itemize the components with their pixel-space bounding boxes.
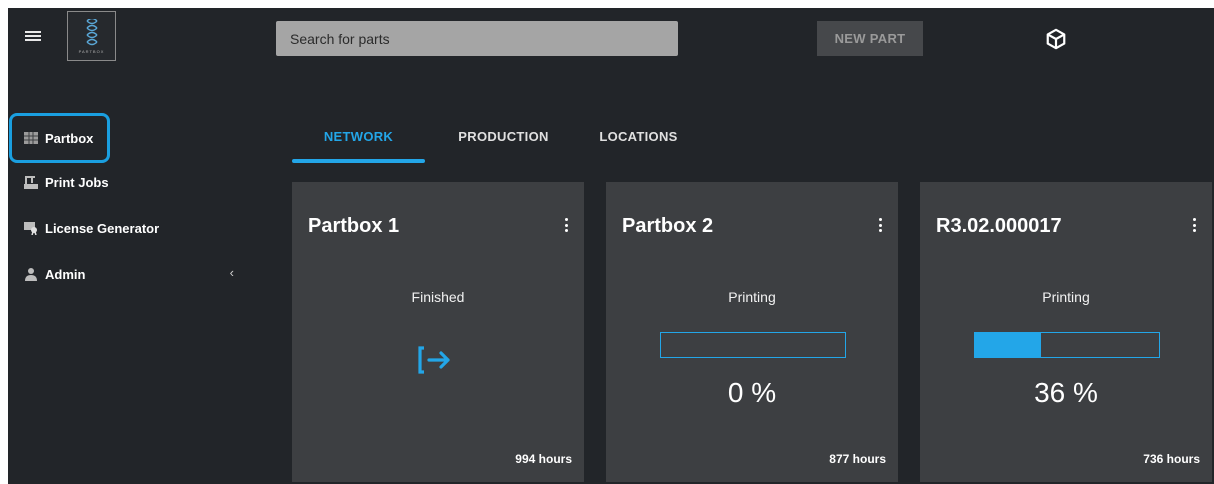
box-icon bbox=[24, 131, 38, 145]
device-card[interactable]: R3.02.000017 Printing 36 % 736 hours bbox=[920, 182, 1212, 482]
progress-bar bbox=[660, 332, 846, 358]
logo-wordmark: PARTBOX bbox=[78, 48, 105, 54]
sidebar-item-label: Print Jobs bbox=[45, 174, 109, 190]
new-part-button[interactable]: NEW PART bbox=[817, 21, 923, 56]
more-vertical-icon[interactable] bbox=[874, 216, 886, 234]
app-window: PARTBOX NEW PART Partbox bbox=[8, 8, 1214, 484]
progress-bar bbox=[974, 332, 1160, 358]
sidebar-item-label: Admin bbox=[45, 266, 86, 282]
card-status: Printing bbox=[1042, 289, 1090, 305]
card-hours: 736 hours bbox=[1143, 452, 1200, 466]
certificate-icon bbox=[24, 221, 38, 235]
printer-icon bbox=[24, 175, 38, 189]
user-icon bbox=[24, 267, 38, 281]
card-status: Finished bbox=[411, 289, 465, 305]
card-title: Partbox 2 bbox=[622, 215, 714, 237]
partbox-logo[interactable]: PARTBOX bbox=[67, 11, 116, 61]
tab-bar: NETWORK PRODUCTION LOCATIONS bbox=[292, 116, 695, 163]
chevron-left-icon[interactable]: ‹ bbox=[230, 265, 234, 280]
sidebar-item-print-jobs[interactable]: Print Jobs bbox=[12, 160, 242, 204]
device-card[interactable]: Partbox 1 Finished 994 hours bbox=[292, 182, 584, 482]
progress-fill bbox=[975, 333, 1042, 357]
card-percent: 36 % bbox=[1034, 377, 1098, 408]
sidebar-item-admin[interactable]: Admin ‹ bbox=[12, 252, 242, 296]
card-percent: 0 % bbox=[727, 377, 777, 408]
card-title: R3.02.000017 bbox=[936, 215, 1062, 237]
sidebar-item-partbox[interactable]: Partbox bbox=[9, 113, 110, 163]
tab-production[interactable]: PRODUCTION bbox=[425, 116, 582, 161]
dna-logo-icon bbox=[86, 18, 97, 45]
more-vertical-icon[interactable] bbox=[560, 216, 572, 234]
cube-icon[interactable] bbox=[1045, 28, 1067, 50]
card-hours: 994 hours bbox=[515, 452, 572, 466]
search-input[interactable] bbox=[276, 21, 678, 56]
sidebar-item-license-generator[interactable]: License Generator bbox=[12, 206, 242, 250]
card-status: Printing bbox=[728, 289, 776, 305]
tab-network[interactable]: NETWORK bbox=[292, 116, 425, 163]
hamburger-menu-icon[interactable] bbox=[25, 31, 41, 43]
card-hours: 877 hours bbox=[829, 452, 886, 466]
tab-locations[interactable]: LOCATIONS bbox=[582, 116, 695, 161]
sidebar-item-label: License Generator bbox=[45, 220, 160, 236]
sign-out-icon bbox=[416, 340, 456, 380]
device-card[interactable]: Partbox 2 Printing 0 % 877 hours bbox=[606, 182, 898, 482]
sidebar-item-label: Partbox bbox=[45, 130, 94, 146]
card-title: Partbox 1 bbox=[308, 215, 400, 237]
more-vertical-icon[interactable] bbox=[1188, 216, 1200, 234]
